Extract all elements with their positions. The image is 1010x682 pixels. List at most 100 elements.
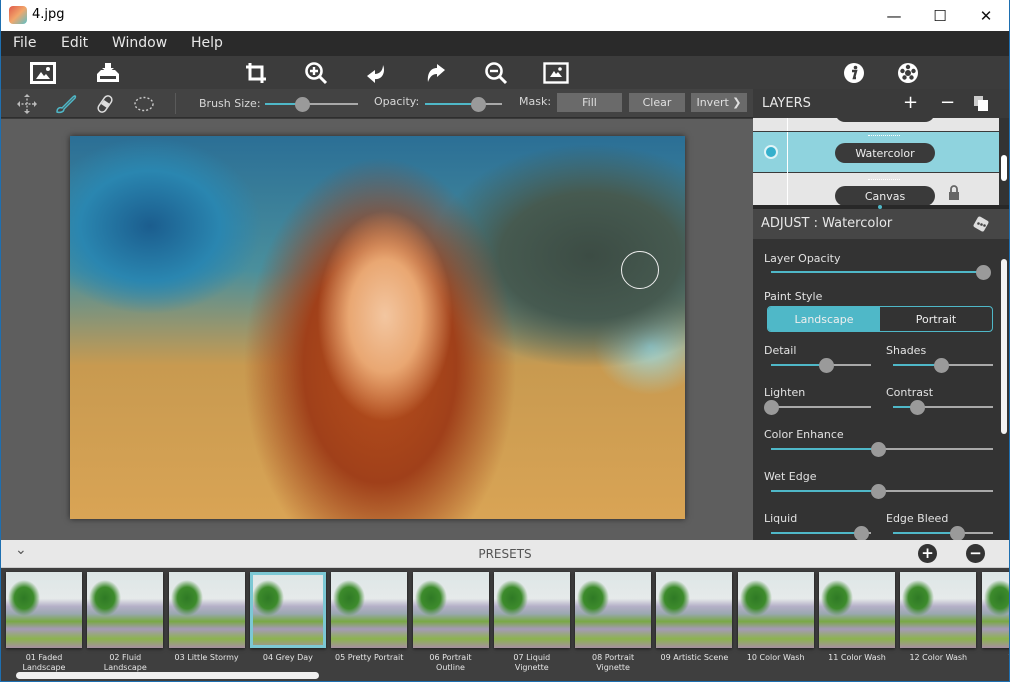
minimize-button[interactable]: — xyxy=(871,0,917,31)
preset-thumbnail[interactable] xyxy=(249,572,326,648)
drag-handle[interactable] xyxy=(868,135,900,136)
layer-row-watercolor[interactable]: Watercolor xyxy=(753,131,999,174)
menu-help[interactable]: Help xyxy=(191,35,223,51)
preset-item[interactable]: 11 Color Wash xyxy=(818,572,896,663)
watercolor-portrait-image[interactable] xyxy=(70,136,685,519)
layers-scrollbar[interactable] xyxy=(999,118,1009,205)
zoom-in-icon[interactable] xyxy=(302,59,330,87)
fit-image-icon[interactable] xyxy=(542,59,570,87)
preset-thumbnail[interactable] xyxy=(6,572,82,648)
brush-size-label: Brush Size: xyxy=(199,97,261,110)
layer-name-canvas[interactable]: Canvas xyxy=(835,186,935,205)
adjust-scrollbar[interactable] xyxy=(1001,259,1007,434)
remove-preset-button[interactable]: − xyxy=(966,544,985,563)
brush-opacity-slider[interactable] xyxy=(425,97,502,112)
slider-knob[interactable] xyxy=(976,265,991,280)
presets-scrollbar[interactable] xyxy=(16,672,319,679)
slider-track[interactable] xyxy=(771,406,871,408)
add-layer-button[interactable]: + xyxy=(903,94,918,112)
mask-invert-button[interactable]: Invert ❯ xyxy=(691,93,747,112)
preset-thumbnail[interactable] xyxy=(87,572,164,648)
close-button[interactable]: ✕ xyxy=(963,0,1009,31)
preset-thumbnail[interactable] xyxy=(168,572,245,648)
layers-scroll-thumb[interactable] xyxy=(1001,155,1007,181)
undo-icon[interactable] xyxy=(362,59,390,87)
slider-knob[interactable] xyxy=(910,400,925,415)
layer-visibility-radio[interactable] xyxy=(764,145,778,159)
duplicate-layer-icon[interactable] xyxy=(974,96,988,115)
lighten-slider[interactable] xyxy=(764,400,871,415)
liquid-slider[interactable] xyxy=(771,526,871,541)
wet-edge-slider[interactable] xyxy=(771,484,993,499)
edge-bleed-slider[interactable] xyxy=(893,526,993,541)
slider-knob[interactable] xyxy=(471,97,487,112)
preset-thumbnail[interactable] xyxy=(331,572,408,648)
open-image-icon[interactable] xyxy=(29,59,57,87)
preset-item[interactable]: 12 Color Wash xyxy=(899,572,977,663)
slider-knob[interactable] xyxy=(819,358,834,373)
shades-slider[interactable] xyxy=(893,358,993,373)
detail-label: Detail xyxy=(764,344,797,357)
menu-edit[interactable]: Edit xyxy=(61,35,88,51)
preset-item[interactable]: 07 Liquid Vignette xyxy=(493,572,571,673)
contrast-slider[interactable] xyxy=(893,400,993,415)
redo-icon[interactable] xyxy=(422,59,450,87)
canvas-area[interactable] xyxy=(1,119,753,540)
mask-clear-button[interactable]: Clear xyxy=(629,93,685,112)
slider-knob[interactable] xyxy=(764,400,779,415)
slider-knob[interactable] xyxy=(870,442,886,457)
lock-icon xyxy=(948,185,960,204)
eraser-tool-icon[interactable] xyxy=(94,93,116,115)
preset-thumbnail[interactable] xyxy=(493,572,570,648)
slider-knob[interactable] xyxy=(295,97,311,112)
preset-item[interactable]: 06 Portrait Outline xyxy=(412,572,490,673)
preset-thumbnail[interactable] xyxy=(412,572,489,648)
preset-thumbnail[interactable] xyxy=(981,572,1009,648)
preset-label: 09 Artistic Scene xyxy=(660,653,729,662)
maximize-button[interactable]: ☐ xyxy=(917,0,963,31)
preset-item[interactable]: 08 Portrait Vignette xyxy=(574,572,652,673)
lasso-tool-icon[interactable] xyxy=(133,93,155,115)
preset-item[interactable]: 09 Artistic Scene xyxy=(655,572,733,663)
info-icon[interactable] xyxy=(840,59,868,87)
move-tool-icon[interactable] xyxy=(16,93,38,115)
preset-label: 04 Grey Day xyxy=(262,653,313,662)
slider-knob[interactable] xyxy=(934,358,949,373)
preset-thumbnail[interactable] xyxy=(900,572,977,648)
app-window: 4.jpg — ☐ ✕ File Edit Window Help Brush … xyxy=(1,0,1009,681)
layer-row-canvas[interactable]: Canvas xyxy=(753,174,999,205)
mask-fill-button[interactable]: Fill xyxy=(557,93,622,112)
layer-name-watercolor[interactable]: Watercolor xyxy=(835,143,935,163)
remove-layer-button[interactable]: − xyxy=(940,94,955,112)
preset-item[interactable]: 04 Grey Day xyxy=(249,572,327,663)
settings-icon[interactable] xyxy=(894,59,922,87)
add-preset-button[interactable]: + xyxy=(918,544,937,563)
detail-slider[interactable] xyxy=(771,358,871,373)
drag-handle[interactable] xyxy=(868,179,900,180)
preset-thumbnail[interactable] xyxy=(656,572,733,648)
menu-file[interactable]: File xyxy=(13,35,36,51)
preset-item[interactable]: 05 Pretty Portrait xyxy=(330,572,408,663)
preset-item[interactable]: 13 Co xyxy=(981,572,1009,663)
preset-item[interactable]: 03 Little Stormy xyxy=(168,572,246,663)
slider-knob[interactable] xyxy=(854,526,869,541)
preset-thumbnail[interactable] xyxy=(575,572,652,648)
random-dice-icon[interactable] xyxy=(972,215,990,237)
color-enhance-slider[interactable] xyxy=(771,442,993,457)
preset-item[interactable]: 01 Faded Landscape xyxy=(5,572,83,673)
layer-opacity-slider[interactable] xyxy=(771,265,991,280)
preset-thumbnail[interactable] xyxy=(737,572,814,648)
brush-size-slider[interactable] xyxy=(265,97,358,112)
slider-knob[interactable] xyxy=(950,526,965,541)
save-export-icon[interactable] xyxy=(94,59,122,87)
zoom-out-icon[interactable] xyxy=(482,59,510,87)
preset-item[interactable]: 10 Color Wash xyxy=(737,572,815,663)
paint-style-landscape[interactable]: Landscape xyxy=(768,307,880,331)
slider-knob[interactable] xyxy=(870,484,886,499)
crop-icon[interactable] xyxy=(242,59,270,87)
preset-item[interactable]: 02 Fluid Landscape xyxy=(86,572,164,673)
menu-window[interactable]: Window xyxy=(112,35,167,51)
brush-tool-icon[interactable] xyxy=(55,93,77,115)
preset-thumbnail[interactable] xyxy=(819,572,895,648)
paint-style-portrait[interactable]: Portrait xyxy=(880,307,992,331)
